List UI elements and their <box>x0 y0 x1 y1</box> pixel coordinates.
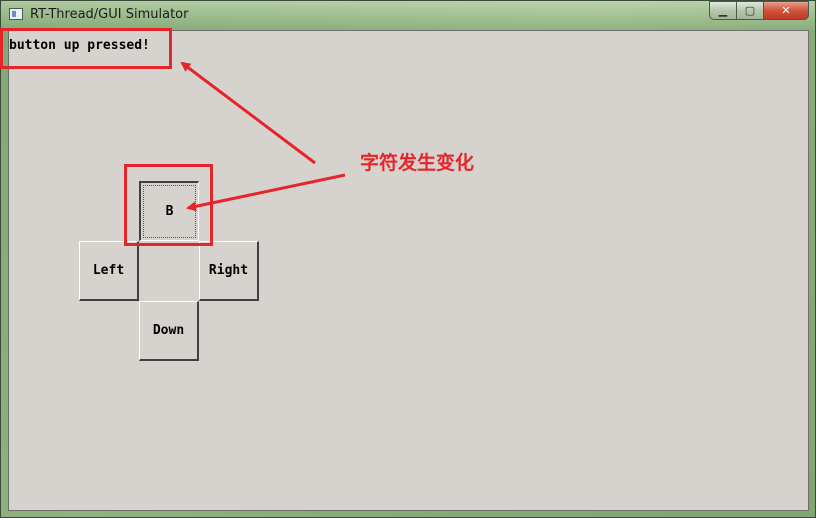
annotation-arrows <box>180 61 346 212</box>
annotation-label: 字符发生变化 <box>360 152 475 174</box>
arrow-to-status <box>180 61 316 165</box>
arrow-to-button <box>186 173 346 212</box>
